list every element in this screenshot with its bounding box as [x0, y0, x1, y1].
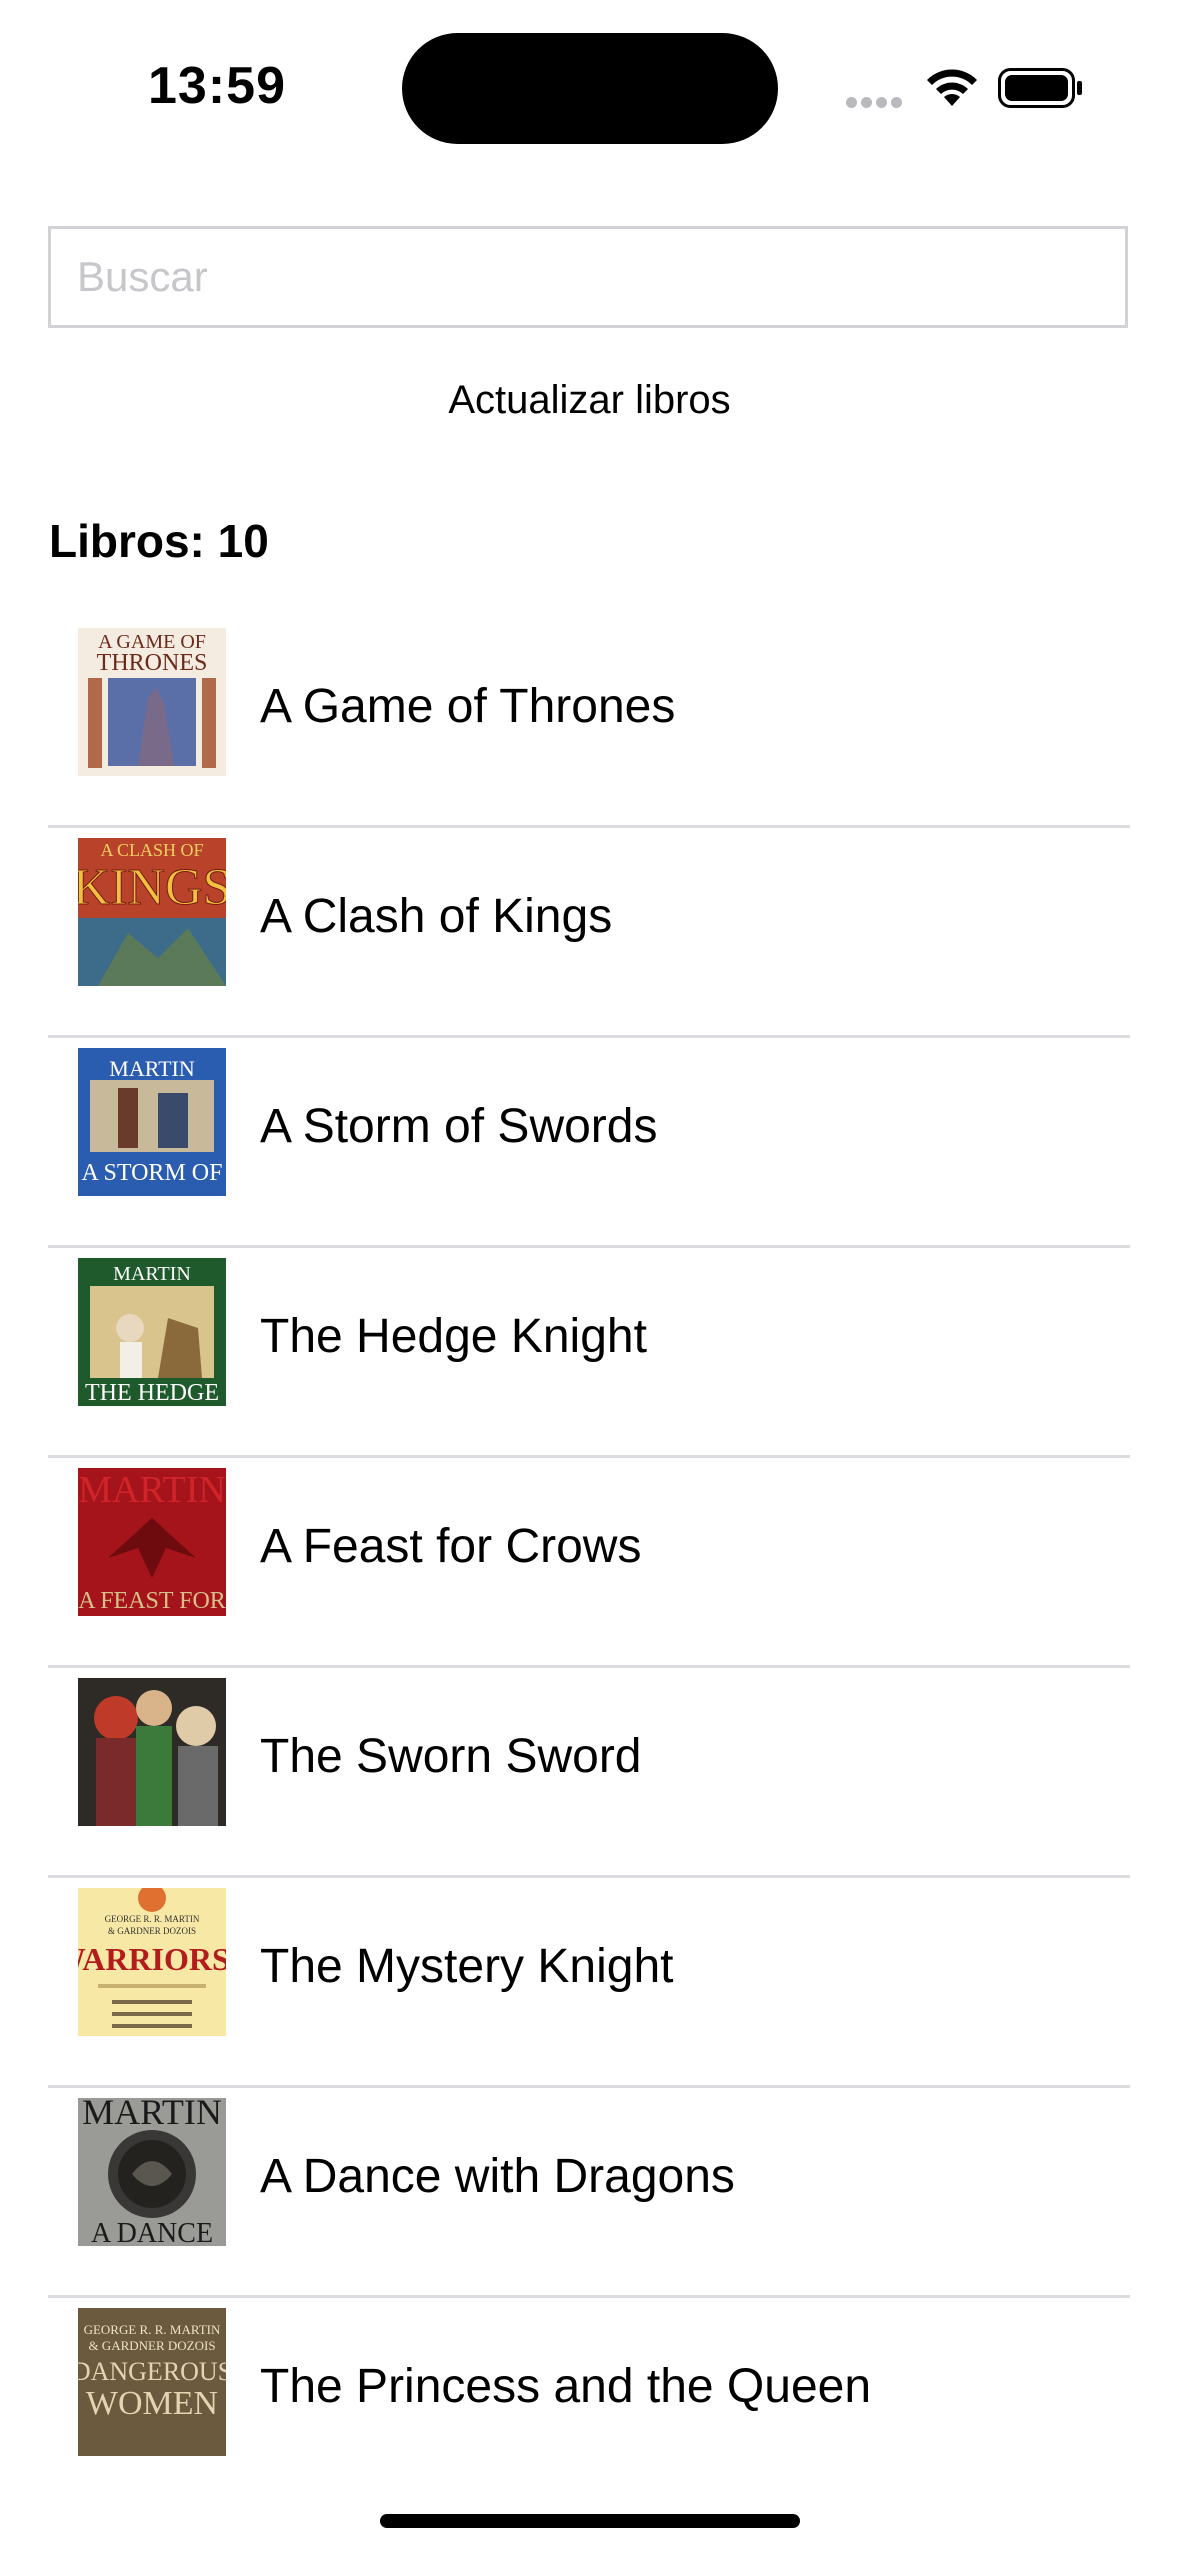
book-row[interactable]: GEORGE R. R. MARTIN & GARDNER DOZOIS WAR… [48, 1878, 1130, 2088]
book-title: The Mystery Knight [260, 1940, 674, 1993]
book-cover-image: MARTIN A FEAST FOR [78, 1468, 226, 1616]
book-title: A Storm of Swords [260, 1100, 658, 1153]
svg-text:WARRIORS I: WARRIORS I [78, 1941, 226, 1977]
book-title: The Princess and the Queen [260, 2360, 872, 2413]
refresh-books-button[interactable]: Actualizar libros [0, 378, 1179, 423]
status-bar: 13:59 [0, 0, 1179, 170]
svg-text:A CLASH OF: A CLASH OF [100, 840, 203, 860]
svg-text:GEORGE R. R. MARTIN: GEORGE R. R. MARTIN [105, 1914, 200, 1924]
book-cover-image: GEORGE R. R. MARTIN & GARDNER DOZOIS WAR… [78, 1888, 226, 2036]
svg-text:& GARDNER DOZOIS: & GARDNER DOZOIS [108, 1926, 196, 1936]
svg-text:MARTIN: MARTIN [109, 1056, 195, 1081]
book-cover-image: A GAME OF THRONES [78, 628, 226, 776]
search-input[interactable] [51, 229, 1125, 325]
book-row[interactable]: A GAME OF THRONES A Game of Thrones [48, 618, 1130, 828]
book-row[interactable]: The Sworn Sword [48, 1668, 1130, 1878]
svg-text:& GARDNER DOZOIS: & GARDNER DOZOIS [88, 2338, 215, 2353]
svg-text:A DANCE: A DANCE [91, 2218, 213, 2246]
book-cover-image: A CLASH OF KINGS [78, 838, 226, 986]
book-count: Libros: 10 [49, 515, 269, 567]
book-cover-image [78, 1678, 226, 1826]
book-row[interactable]: MARTIN A FEAST FOR A Feast for Crows [48, 1458, 1130, 1668]
dynamic-island [402, 33, 778, 144]
book-cover-image: GEORGE R. R. MARTIN & GARDNER DOZOIS DAN… [78, 2308, 226, 2456]
book-row[interactable]: A CLASH OF KINGS A Clash of Kings [48, 828, 1130, 1038]
svg-text:A STORM OF: A STORM OF [82, 1160, 223, 1186]
book-list: A GAME OF THRONES A Game of Thrones A CL… [48, 618, 1130, 2508]
book-title: A Clash of Kings [260, 890, 613, 943]
home-indicator[interactable] [380, 2514, 800, 2528]
book-row[interactable]: GEORGE R. R. MARTIN & GARDNER DOZOIS DAN… [48, 2298, 1130, 2508]
svg-text:DANGEROUS: DANGEROUS [78, 2357, 226, 2386]
svg-text:MARTIN: MARTIN [82, 2098, 222, 2132]
book-title: The Sworn Sword [260, 1730, 642, 1783]
book-row[interactable]: MARTIN A STORM OF A Storm of Swords [48, 1038, 1130, 1248]
svg-text:MARTIN: MARTIN [113, 1263, 191, 1285]
svg-text:A FEAST FOR: A FEAST FOR [78, 1588, 226, 1614]
svg-text:GEORGE R. R. MARTIN: GEORGE R. R. MARTIN [84, 2322, 221, 2337]
battery-icon [998, 68, 1082, 108]
book-cover-image: MARTIN A DANCE [78, 2098, 226, 2246]
book-title: The Hedge Knight [260, 1310, 647, 1363]
svg-text:THE HEDGE: THE HEDGE [85, 1380, 219, 1406]
status-time: 13:59 [148, 57, 286, 115]
book-title: A Dance with Dragons [260, 2150, 735, 2203]
book-cover-image: MARTIN A STORM OF [78, 1048, 226, 1196]
svg-text:MARTIN: MARTIN [78, 1469, 226, 1511]
book-title: A Game of Thrones [260, 680, 676, 733]
wifi-icon [927, 69, 977, 106]
search-field[interactable] [48, 226, 1128, 328]
book-row[interactable]: MARTIN THE HEDGE The Hedge Knight [48, 1248, 1130, 1458]
book-title: A Feast for Crows [260, 1520, 642, 1573]
book-cover-image: MARTIN THE HEDGE [78, 1258, 226, 1406]
svg-text:THRONES: THRONES [97, 650, 208, 676]
book-row[interactable]: MARTIN A DANCE A Dance with Dragons [48, 2088, 1130, 2298]
svg-text:KINGS: KINGS [78, 859, 226, 916]
svg-text:WOMEN: WOMEN [86, 2385, 218, 2422]
